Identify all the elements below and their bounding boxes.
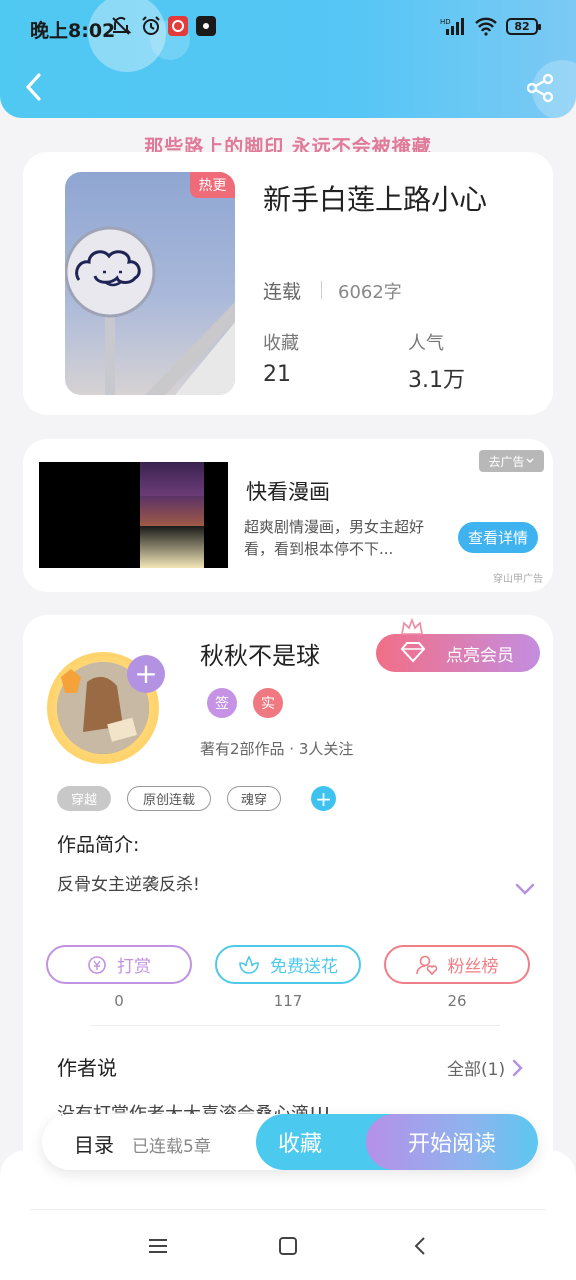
fan-rank-button[interactable]: 粉丝榜 [384, 945, 530, 984]
tip-count: 0 [114, 992, 124, 1010]
flower-icon [239, 954, 259, 974]
start-reading-label: 开始阅读 [407, 1132, 496, 1157]
view-all-label: 全部(1) [447, 1060, 506, 1080]
divider [90, 1025, 500, 1026]
menu-icon[interactable] [144, 1232, 172, 1260]
ad-image-panel [140, 462, 204, 496]
favorites-label: 收藏 [263, 333, 299, 354]
back-triangle-icon[interactable] [406, 1232, 434, 1260]
wifi-icon [474, 15, 498, 37]
fan-rank-count: 26 [447, 992, 467, 1010]
word-count: 6062字 [338, 282, 402, 303]
svg-text:HD: HD [440, 18, 451, 26]
chevron-down-icon [526, 458, 533, 463]
status-time: 晚上8:02 [30, 20, 116, 42]
author-says-title: 作者说 [57, 1056, 117, 1080]
vip-button-label: 点亮会员 [446, 645, 514, 666]
nav-divider [30, 1209, 546, 1210]
view-details-button[interactable]: 查看详情 [458, 522, 538, 553]
flower-count: 117 [273, 992, 303, 1010]
battery-icon: 82 [506, 18, 541, 35]
fan-rank-label: 粉丝榜 [447, 957, 499, 977]
crown-icon [401, 618, 423, 635]
tip-label: 打赏 [117, 957, 151, 977]
popularity-value: 3.1万 [408, 368, 465, 393]
status-bar: 晚上8:02 HD 82 [0, 12, 576, 44]
alarm-icon [140, 15, 162, 37]
collect-label: 收藏 [278, 1132, 323, 1157]
intro-label: 作品简介: [57, 834, 140, 856]
fan-rank-icon [415, 955, 437, 975]
ad-source: 穿山甲广告 [493, 574, 543, 585]
book-title: 新手白莲上路小心 [263, 183, 488, 216]
follow-button[interactable]: + [127, 655, 165, 693]
remove-ad-button[interactable]: 去广告 [479, 450, 544, 472]
back-button[interactable] [18, 70, 48, 104]
signed-badge: 签 [207, 688, 237, 718]
remove-ad-label: 去广告 [488, 454, 525, 469]
mute-icon [110, 15, 132, 37]
share-button[interactable] [522, 70, 558, 106]
hot-badge: 热更 [190, 172, 235, 198]
ad-image[interactable] [39, 462, 228, 568]
cover-image [65, 226, 235, 395]
tag-original-serial[interactable]: 原创连载 [127, 786, 211, 811]
book-status: 连载 [263, 281, 302, 303]
send-flower-button[interactable]: 免费送花 [215, 945, 361, 984]
author-name: 秋秋不是球 [200, 642, 320, 670]
hd-signal-icon: HD [440, 15, 468, 37]
chapter-count: 已连载5章 [132, 1137, 211, 1157]
bottom-action-bar: 目录 已连载5章 收藏 开始阅读 [42, 1114, 538, 1170]
add-tag-button[interactable]: + [311, 786, 336, 811]
ad-image-panel [140, 526, 204, 568]
back-arrow-icon [26, 73, 41, 101]
view-all-link[interactable]: 全部(1) [447, 1055, 523, 1080]
book-cover[interactable] [65, 172, 235, 395]
send-flower-label: 免费送花 [270, 957, 338, 977]
verified-badge: 实 [253, 688, 283, 718]
app-icon [196, 15, 216, 37]
diamond-icon [400, 642, 426, 663]
tag-soul-transfer[interactable]: 魂穿 [227, 786, 281, 811]
author-meta: 著有2部作品 · 3人关注 [200, 740, 354, 758]
home-square-icon[interactable] [274, 1232, 302, 1260]
netease-music-icon [168, 15, 188, 37]
top-header: 晚上8:02 HD 82 [0, 0, 576, 118]
intro-text: 反骨女主逆袭反杀! [57, 875, 200, 895]
ad-title: 快看漫画 [246, 480, 330, 504]
avatar-gem-icon [61, 669, 81, 693]
separator [321, 281, 322, 299]
chevron-right-icon [512, 1059, 523, 1076]
coin-icon [88, 955, 106, 974]
share-icon [526, 73, 554, 103]
ad-description: 超爽剧情漫画，男女主超好看，看到根本停不下... [244, 518, 425, 558]
tag-time-travel[interactable]: 穿越 [57, 786, 111, 811]
ad-image-panel [140, 496, 204, 526]
start-reading-button[interactable]: 开始阅读 [366, 1114, 538, 1170]
favorites-value: 21 [263, 362, 291, 387]
popularity-label: 人气 [408, 333, 444, 354]
expand-chevron-icon[interactable] [514, 882, 536, 896]
toc-button[interactable]: 目录 [74, 1129, 114, 1158]
tip-button[interactable]: 打赏 [46, 945, 192, 984]
